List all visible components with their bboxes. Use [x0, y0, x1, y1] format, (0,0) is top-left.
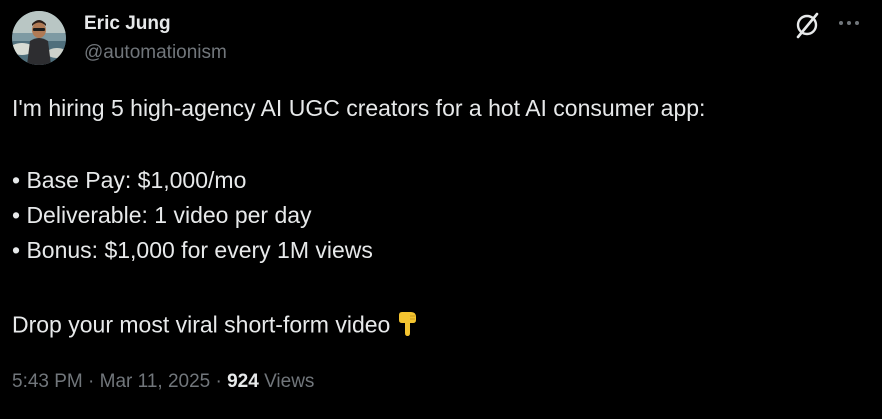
views-count: 924	[227, 371, 259, 392]
views-label: Views	[264, 371, 315, 392]
backhand-index-pointing-down-icon	[396, 309, 420, 344]
more-icon[interactable]	[834, 12, 864, 38]
tweet-closing-text: Drop your most viral short-form video	[12, 311, 391, 338]
meta-separator: ·	[88, 371, 95, 392]
more-icon-glyph	[839, 21, 859, 25]
tweet-intro-text: I'm hiring 5 high-agency AI UGC creators…	[12, 95, 706, 121]
tweet-time[interactable]: 5:43 PM	[12, 371, 83, 392]
tweet-closing-line: Drop your most viral short-form video	[12, 309, 420, 344]
tweet-bullet-bonus: • Bonus: $1,000 for every 1M views	[12, 237, 373, 263]
author-display-name[interactable]: Eric Jung	[84, 12, 171, 36]
grok-icon[interactable]	[792, 10, 822, 40]
meta-separator-views: ·	[215, 371, 222, 392]
tweet-meta: 5:43 PM · Mar 11, 2025 · 924 Views	[12, 369, 314, 395]
tweet: Eric Jung @automationism I'm hiring 5 hi…	[0, 0, 882, 419]
tweet-bullet-deliverable: • Deliverable: 1 video per day	[12, 202, 312, 228]
avatar-image	[12, 11, 66, 65]
grok-icon-glyph	[796, 12, 819, 39]
tweet-bullet-base-pay: • Base Pay: $1,000/mo	[12, 167, 247, 193]
avatar[interactable]	[12, 11, 66, 65]
author-handle[interactable]: @automationism	[84, 41, 227, 65]
tweet-date[interactable]: Mar 11, 2025	[100, 371, 211, 392]
